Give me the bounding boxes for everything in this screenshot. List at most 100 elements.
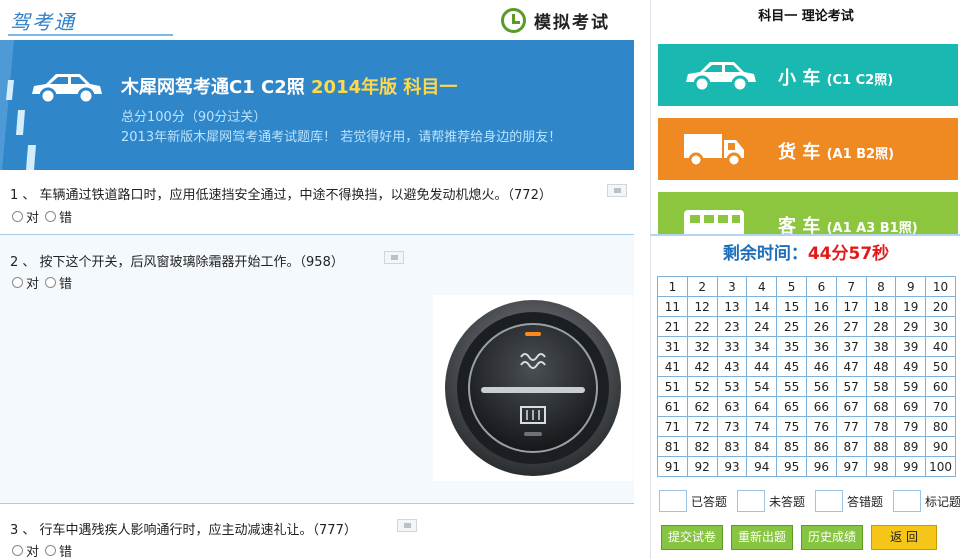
question-number-cell[interactable]: 47 [835, 356, 867, 377]
back-button[interactable]: 返 回 [871, 525, 938, 550]
question-number-cell[interactable]: 34 [746, 336, 778, 357]
question-number-cell[interactable]: 50 [925, 356, 956, 377]
question-number-cell[interactable]: 26 [805, 316, 837, 337]
history-scores-button[interactable]: 历史成绩 [801, 525, 864, 550]
question-number-cell[interactable]: 67 [835, 396, 867, 417]
question-number-cell[interactable]: 75 [776, 416, 807, 437]
radio-button[interactable] [12, 277, 23, 288]
question-number-cell[interactable]: 9 [895, 276, 927, 297]
radio-button[interactable] [45, 211, 57, 222]
radio-button[interactable] [45, 277, 57, 288]
option-false[interactable]: 错 [45, 207, 72, 226]
question-number-cell[interactable]: 5 [776, 276, 807, 297]
question-number-cell[interactable]: 98 [865, 456, 897, 477]
question-number-cell[interactable]: 81 [657, 436, 688, 457]
question-number-cell[interactable]: 62 [686, 396, 718, 417]
question-number-cell[interactable]: 83 [716, 436, 748, 457]
question-number-cell[interactable]: 94 [746, 456, 778, 477]
question-number-cell[interactable]: 35 [776, 336, 807, 357]
radio-button[interactable] [12, 211, 23, 222]
question-number-cell[interactable]: 56 [805, 376, 837, 397]
question-number-cell[interactable]: 59 [895, 376, 927, 397]
question-number-cell[interactable]: 38 [865, 336, 897, 357]
question-number-cell[interactable]: 95 [776, 456, 807, 477]
vehicle-button-car[interactable]: 小 车 (C1 C2照) [658, 44, 958, 106]
question-number-cell[interactable]: 82 [686, 436, 718, 457]
question-number-cell[interactable]: 100 [925, 456, 956, 477]
question-number-cell[interactable]: 27 [835, 316, 867, 337]
question-number-cell[interactable]: 77 [835, 416, 867, 437]
question-number-cell[interactable]: 10 [925, 276, 956, 297]
question-number-cell[interactable]: 3 [716, 276, 748, 297]
question-number-cell[interactable]: 72 [686, 416, 718, 437]
question-number-cell[interactable]: 41 [657, 356, 688, 377]
question-number-cell[interactable]: 18 [865, 296, 897, 317]
question-number-cell[interactable]: 1 [657, 276, 688, 297]
question-number-cell[interactable]: 60 [925, 376, 956, 397]
mark-flag-icon[interactable] [397, 519, 417, 532]
question-number-cell[interactable]: 66 [805, 396, 837, 417]
question-number-cell[interactable]: 91 [657, 456, 688, 477]
question-number-cell[interactable]: 57 [835, 376, 867, 397]
question-number-cell[interactable]: 11 [657, 296, 688, 317]
question-number-cell[interactable]: 55 [776, 376, 807, 397]
question-number-cell[interactable]: 93 [716, 456, 748, 477]
question-number-cell[interactable]: 21 [657, 316, 688, 337]
question-number-cell[interactable]: 23 [716, 316, 748, 337]
question-number-cell[interactable]: 71 [657, 416, 688, 437]
question-number-cell[interactable]: 30 [925, 316, 956, 337]
question-number-cell[interactable]: 51 [657, 376, 688, 397]
question-number-cell[interactable]: 28 [865, 316, 897, 337]
question-number-cell[interactable]: 58 [865, 376, 897, 397]
question-number-cell[interactable]: 54 [746, 376, 778, 397]
option-false[interactable]: 错 [45, 541, 72, 559]
option-true[interactable]: 对 [12, 541, 39, 559]
question-number-cell[interactable]: 49 [895, 356, 927, 377]
question-number-cell[interactable]: 36 [805, 336, 837, 357]
mark-flag-icon[interactable] [607, 184, 627, 197]
question-number-cell[interactable]: 73 [716, 416, 748, 437]
question-number-cell[interactable]: 79 [895, 416, 927, 437]
question-number-cell[interactable]: 12 [686, 296, 718, 317]
question-number-cell[interactable]: 45 [776, 356, 807, 377]
question-number-cell[interactable]: 99 [895, 456, 927, 477]
question-number-cell[interactable]: 92 [686, 456, 718, 477]
question-number-cell[interactable]: 13 [716, 296, 748, 317]
option-true[interactable]: 对 [12, 207, 39, 226]
option-false[interactable]: 错 [45, 273, 72, 292]
submit-exam-button[interactable]: 提交试卷 [661, 525, 724, 550]
question-number-cell[interactable]: 44 [746, 356, 778, 377]
question-number-cell[interactable]: 4 [746, 276, 778, 297]
vehicle-button-truck[interactable]: 货 车 (A1 B2照) [658, 118, 958, 180]
question-number-cell[interactable]: 17 [835, 296, 867, 317]
question-number-cell[interactable]: 76 [805, 416, 837, 437]
question-number-cell[interactable]: 20 [925, 296, 956, 317]
question-number-cell[interactable]: 74 [746, 416, 778, 437]
question-number-cell[interactable]: 48 [865, 356, 897, 377]
question-number-cell[interactable]: 69 [895, 396, 927, 417]
question-number-cell[interactable]: 53 [716, 376, 748, 397]
option-true[interactable]: 对 [12, 273, 39, 292]
radio-button[interactable] [45, 545, 57, 556]
question-number-cell[interactable]: 61 [657, 396, 688, 417]
question-number-cell[interactable]: 22 [686, 316, 718, 337]
question-number-cell[interactable]: 14 [746, 296, 778, 317]
radio-button[interactable] [12, 545, 23, 556]
question-number-cell[interactable]: 90 [925, 436, 956, 457]
question-number-cell[interactable]: 70 [925, 396, 956, 417]
question-number-cell[interactable]: 39 [895, 336, 927, 357]
question-number-cell[interactable]: 86 [805, 436, 837, 457]
question-number-cell[interactable]: 89 [895, 436, 927, 457]
question-number-cell[interactable]: 16 [805, 296, 837, 317]
question-number-cell[interactable]: 78 [865, 416, 897, 437]
question-number-cell[interactable]: 40 [925, 336, 956, 357]
question-number-cell[interactable]: 2 [686, 276, 718, 297]
question-number-cell[interactable]: 97 [835, 456, 867, 477]
mark-flag-icon[interactable] [384, 251, 404, 264]
question-number-cell[interactable]: 8 [865, 276, 897, 297]
question-number-cell[interactable]: 96 [805, 456, 837, 477]
question-number-cell[interactable]: 6 [805, 276, 837, 297]
question-number-cell[interactable]: 68 [865, 396, 897, 417]
question-number-cell[interactable]: 37 [835, 336, 867, 357]
question-number-cell[interactable]: 87 [835, 436, 867, 457]
